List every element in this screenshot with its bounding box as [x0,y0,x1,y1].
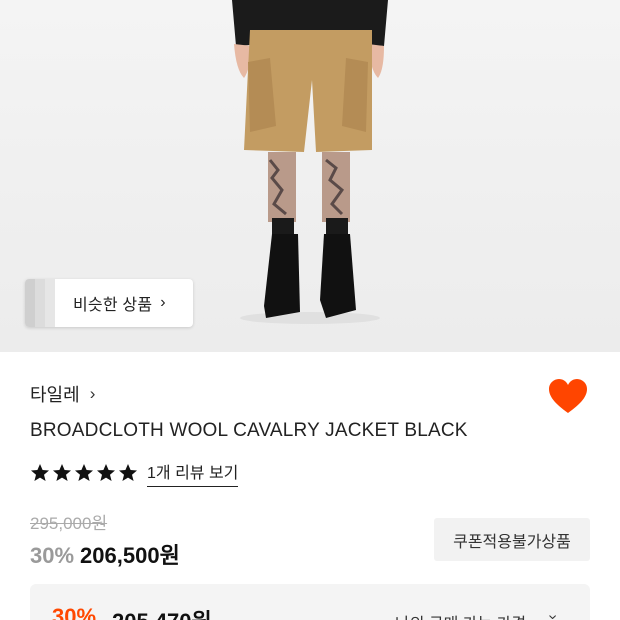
chevron-right-icon: › [160,294,166,311]
star-icon [75,464,93,481]
sale-price: 206,500원 [80,543,180,568]
star-icon [31,464,49,481]
best-price: 205,470원 [112,604,212,620]
star-icon [53,464,71,481]
best-price-box[interactable]: 30% 205,470원 나의 구매 가능 가격 › [30,584,590,620]
similar-products-button[interactable]: 비슷한 상품 › [25,279,193,327]
star-icon [97,464,115,481]
brand-name: 타일레 [30,385,80,405]
rating-stars [30,463,138,483]
heart-icon[interactable] [548,378,588,416]
best-price-label: 나의 구매 가능 가격 [395,610,526,620]
brand-link[interactable]: 타일레 › [30,381,95,407]
price-row: 30% 206,500원 [30,538,180,570]
product-image[interactable]: 비슷한 상품 › [0,0,620,352]
similar-products-label: 비슷한 상품 [73,297,153,314]
star-icon [119,464,137,481]
discount-rate: 30% [30,543,75,568]
similar-thumbnails [25,279,57,327]
coupon-badge: 쿠폰적용불가상품 [434,518,590,561]
original-price: 295,000원 [30,514,108,533]
product-title: BROADCLOTH WOOL CAVALRY JACKET BLACK [30,420,468,441]
best-discount-rate: 30% [52,604,97,620]
chevron-down-icon[interactable]: › [544,614,562,619]
review-link[interactable]: 1개 리뷰 보기 [147,459,239,487]
chevron-right-icon: › [89,384,96,403]
rating-row: 1개 리뷰 보기 [30,459,239,487]
